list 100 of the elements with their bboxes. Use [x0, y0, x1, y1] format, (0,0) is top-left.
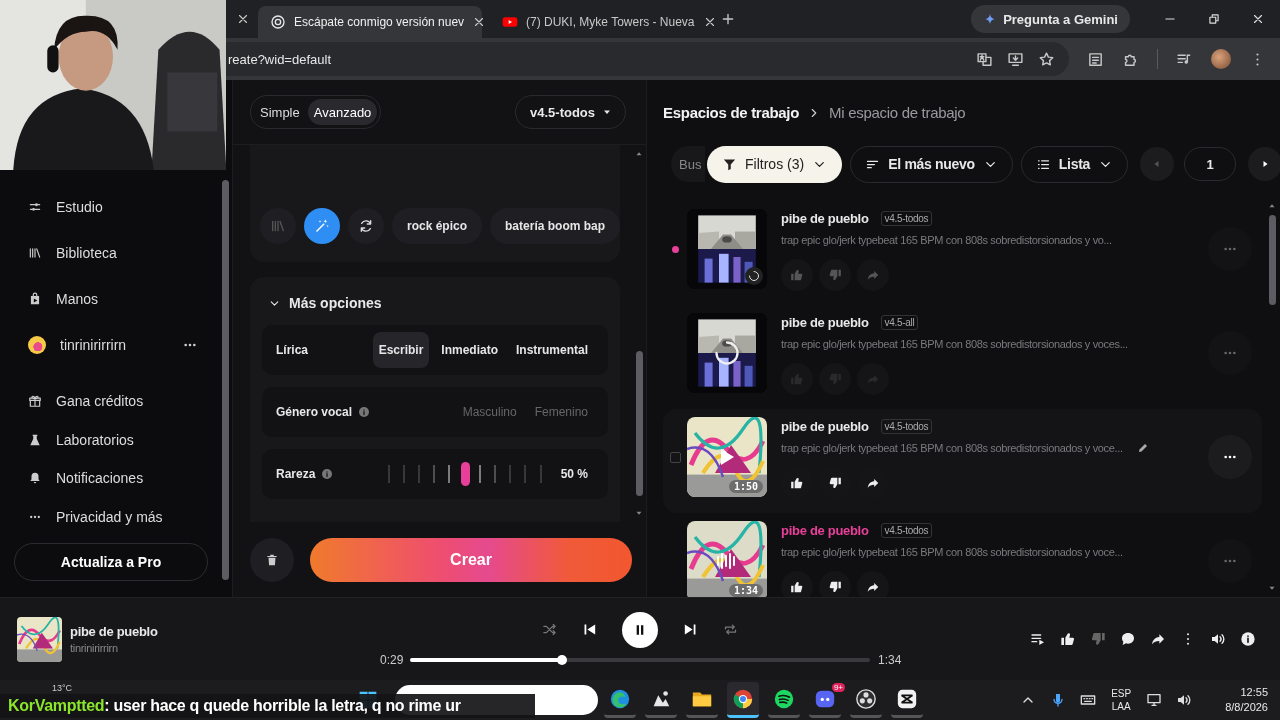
translate-icon[interactable] [976, 50, 993, 68]
share-icon[interactable] [1150, 631, 1166, 647]
style-tag[interactable]: batería boom bap [490, 208, 621, 244]
library-icon [270, 218, 286, 234]
checkbox[interactable] [669, 451, 681, 463]
sliders-icon [28, 200, 42, 214]
delete-button[interactable] [250, 537, 294, 582]
mode-tab[interactable]: Simple [254, 99, 306, 125]
restore-icon[interactable] [1207, 12, 1221, 26]
segment-option[interactable]: Inmediato [435, 332, 505, 368]
option-label: Lírica [276, 343, 308, 357]
progress-thumb[interactable] [556, 654, 567, 665]
mode-tab[interactable]: Avanzado [307, 99, 378, 125]
comment-icon[interactable] [1120, 631, 1136, 647]
scrollbar-thumb[interactable] [221, 180, 229, 580]
progress-bar[interactable] [410, 657, 870, 662]
scrollbar-thumb[interactable] [635, 351, 643, 496]
thumbs-up-icon [790, 476, 805, 490]
dislike-button[interactable] [819, 571, 852, 597]
browser-tab[interactable]: (7) DUKI, Myke Towers - Nueva [490, 6, 714, 38]
wand-icon [314, 218, 330, 234]
song-description: trap epic glo/jerk typebeat 165 BPM con 808s sobredistorsionados y voces... [781, 338, 1128, 350]
slider-track[interactable] [388, 464, 541, 484]
new-tab-icon[interactable] [720, 11, 736, 27]
close-icon[interactable] [1251, 12, 1265, 26]
create-button[interactable]: Crear [310, 537, 633, 582]
taskbar-app[interactable] [727, 682, 759, 718]
song-row[interactable]: pibe de pueblo v4.5-todos trap epic glo/jerk typebeat 165 BPM con 808s sobredistorsionados y vo... [663, 201, 1262, 305]
song-row[interactable]: pibe de pueblo v4.5-all trap epic glo/jerk typebeat 165 BPM con 808s sobredistorsionados y voces... [663, 305, 1262, 409]
sidebar-item[interactable]: Laboratorios [14, 420, 208, 459]
sidebar-item[interactable]: tinrinirirrirn [14, 322, 208, 368]
info-icon [321, 468, 334, 480]
avatar-icon[interactable] [1211, 49, 1231, 69]
browser-tab[interactable]: Escápate conmigo versión nuev [258, 6, 482, 38]
install-icon[interactable] [1007, 50, 1024, 68]
repeat-icon[interactable] [723, 622, 738, 637]
keyboard-icon[interactable] [1080, 692, 1097, 708]
artist-name[interactable]: tinrinirirrirn [70, 642, 158, 654]
tab-title: Escápate conmigo versión nuev [294, 15, 465, 29]
play-pause-button[interactable] [622, 611, 658, 648]
volume-icon[interactable] [1210, 631, 1226, 647]
option-label: Género vocal [276, 405, 353, 419]
tab-title: (7) DUKI, Myke Towers - Nueva [526, 15, 695, 29]
sidebar-item[interactable]: Estudio [14, 184, 208, 230]
version-tag: v4.5-todos [880, 418, 933, 434]
network-icon[interactable] [1146, 692, 1163, 708]
tool-button[interactable] [304, 208, 340, 244]
star-icon[interactable] [1038, 50, 1055, 68]
trash-icon [265, 552, 279, 567]
clock[interactable]: 12:55 8/8/2026 [1225, 685, 1268, 715]
share-button[interactable] [857, 571, 890, 597]
thumbs-up-icon [790, 580, 805, 594]
style-tag[interactable]: rock épico [392, 208, 483, 244]
address-bar[interactable]: reate?wid=default [226, 42, 1069, 76]
filter-button[interactable]: Filtros (3) [707, 145, 843, 183]
bell-icon [28, 471, 42, 486]
info-icon[interactable] [1240, 631, 1256, 647]
share-icon [866, 580, 881, 594]
reading-list-icon[interactable] [1087, 50, 1104, 68]
close-icon[interactable] [236, 12, 250, 26]
track-title[interactable]: pibe de pueblo [70, 624, 158, 639]
sidebar-item[interactable]: Privacidad y más [14, 497, 208, 536]
breadcrumb-link[interactable]: Mi espacio de trabajo [829, 104, 966, 121]
slider-thumb[interactable] [460, 462, 470, 486]
option-label: Rareza [276, 467, 316, 481]
shuffle-icon[interactable] [542, 622, 557, 637]
refresh-icon [358, 218, 374, 234]
song-row[interactable]: 1:50 pibe de pueblo v4.5-todos trap epic glo/jerk typebeat 165 BPM con 808s sobredistorsionados y voce... [663, 409, 1262, 513]
scrollbar-thumb[interactable] [1268, 215, 1276, 305]
sidebar-item[interactable]: Notificaciones [14, 459, 208, 498]
url-text: reate?wid=default [228, 51, 331, 67]
song-title[interactable]: pibe de pueblo [781, 210, 869, 226]
options-toggle[interactable]: Más opciones [262, 291, 609, 315]
sidebar-item[interactable]: Biblioteca [14, 230, 208, 276]
library-icon [28, 246, 42, 260]
pencil-icon[interactable] [1136, 442, 1149, 454]
recorder-icon [855, 687, 877, 710]
song-description: trap epic glo/jerk typebeat 165 BPM con 808s sobredistorsionados y voce... [781, 546, 1123, 558]
like-button[interactable] [781, 571, 814, 597]
search-field[interactable]: Bus [671, 146, 706, 182]
info-icon [358, 406, 371, 418]
sidebar-item[interactable]: Manos [14, 276, 208, 322]
segment-option[interactable]: Instrumental [510, 332, 595, 368]
tool-button[interactable] [348, 208, 384, 244]
weather-text[interactable]: 13°C [52, 683, 358, 693]
song-title[interactable]: pibe de pueblo [781, 418, 869, 434]
taskbar-app[interactable]: 9+ [809, 682, 841, 718]
breadcrumb-link[interactable]: Espacios de trabajo [663, 104, 800, 121]
queue-icon[interactable] [1030, 631, 1046, 647]
song-title[interactable]: pibe de pueblo [781, 314, 869, 330]
thumbs-up-icon[interactable] [1060, 631, 1076, 647]
language-indicator[interactable]: ESP LAA [1111, 687, 1132, 713]
volume-icon[interactable] [1176, 692, 1193, 708]
assistant-button[interactable]: Pregunta a Gemini [971, 5, 1130, 33]
sidebar-item[interactable]: Gana créditos [14, 382, 208, 421]
segment-option[interactable]: Escribir [372, 332, 430, 368]
version-tag: v4.5-todos [880, 210, 933, 226]
thumbs-down-icon[interactable] [1090, 631, 1106, 647]
editor-icon [896, 687, 918, 710]
song-title[interactable]: pibe de pueblo [781, 522, 869, 538]
